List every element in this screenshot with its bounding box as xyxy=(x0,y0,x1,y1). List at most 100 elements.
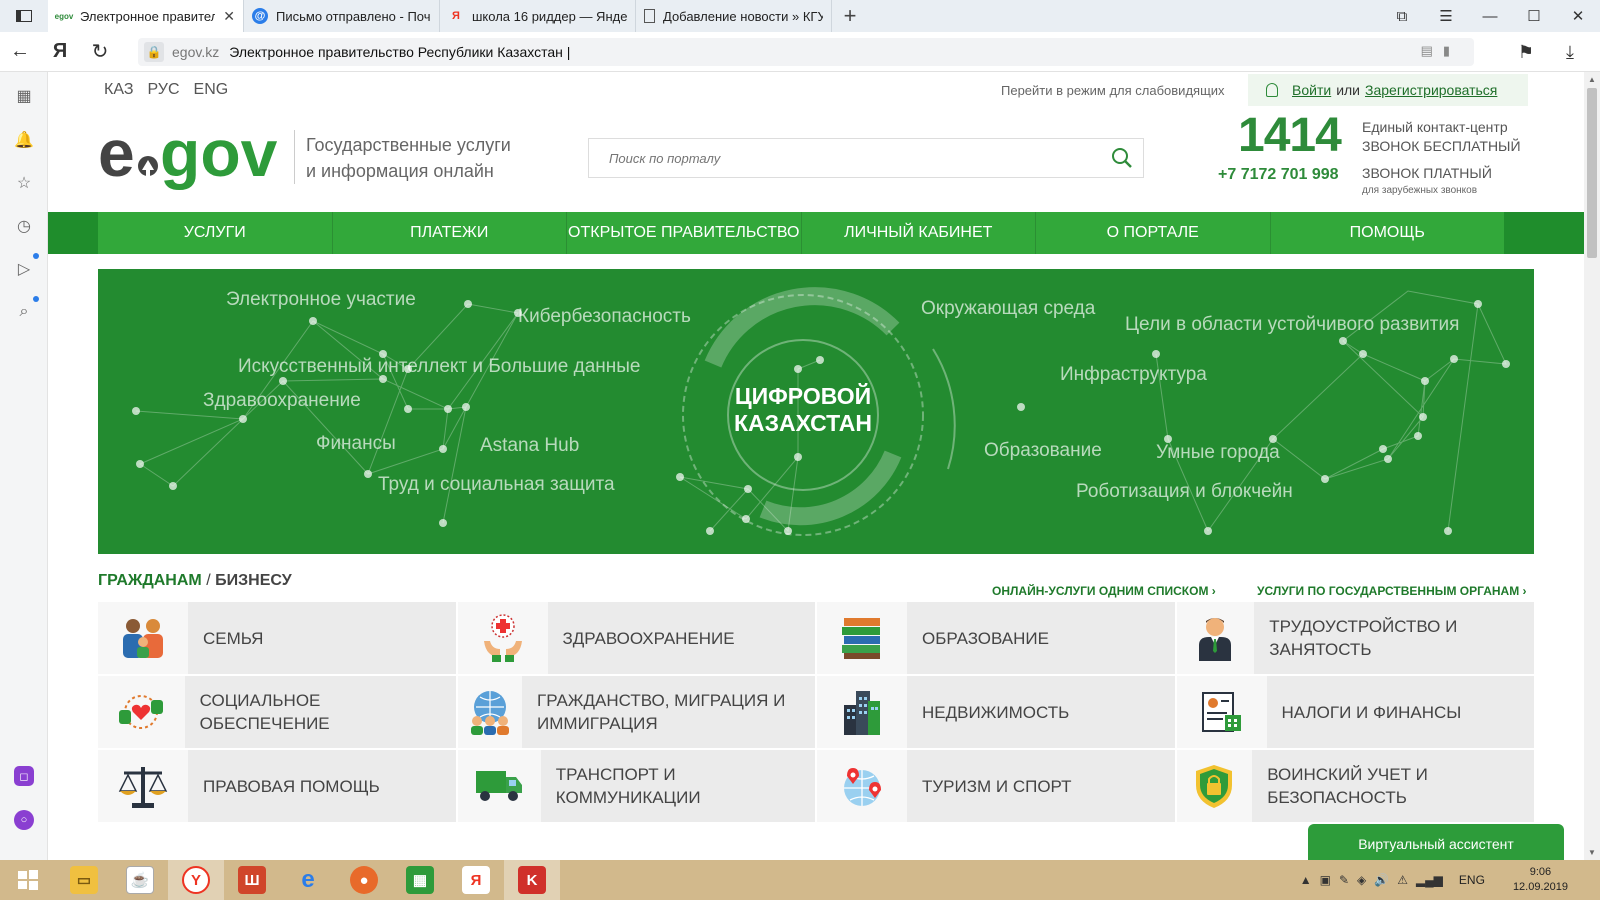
scrollbar-thumb[interactable] xyxy=(1587,88,1597,258)
browser-tab-yandex[interactable]: Я школа 16 риддер — Яндек xyxy=(440,0,636,32)
nav-open-government[interactable]: ОТКРЫТОЕ ПРАВИТЕЛЬСТВО xyxy=(567,212,802,254)
page-scrollbar[interactable]: ▲ ▼ xyxy=(1584,72,1600,860)
url-field[interactable]: 🔒 egov.kz Электронное правительство Респ… xyxy=(138,38,1474,66)
nav-personal-cabinet[interactable]: ЛИЧНЫЙ КАБИНЕТ xyxy=(802,212,1036,254)
tagline-line2: и информация онлайн xyxy=(306,161,494,181)
category-label: НАЛОГИ И ФИНАНСЫ xyxy=(1281,702,1462,722)
category-tile[interactable]: СЕМЬЯ xyxy=(98,602,456,674)
maximize-button[interactable]: ☐ xyxy=(1512,0,1556,32)
tray-network-icon[interactable]: ◈ xyxy=(1357,873,1366,887)
foreign-calls-note: для зарубежных звонков xyxy=(1362,185,1478,196)
lang-kaz[interactable]: КАЗ xyxy=(104,81,133,99)
windows-taskbar: ▭ ☕ Y Ш e ● ▦ Я K ▲ ▣ ✎ ◈ 🔊 ⚠ ▂▄▆ ENG 9:… xyxy=(0,860,1600,900)
svg-text:gov: gov xyxy=(160,118,278,190)
back-button[interactable]: ← xyxy=(0,32,40,72)
yandex-home-button[interactable]: Я xyxy=(40,32,80,72)
browser-tab-egov[interactable]: egov Электронное правител ✕ xyxy=(48,0,244,32)
egov-logo[interactable]: e gov xyxy=(98,116,288,198)
login-link[interactable]: Войти xyxy=(1292,82,1331,98)
nav-help[interactable]: ПОМОЩЬ xyxy=(1271,212,1505,254)
protect-icon[interactable]: ⚑ xyxy=(1504,42,1548,63)
bookmarks-icon[interactable]: ⧉ xyxy=(1380,0,1424,32)
reader-bookmark-icons[interactable]: ▤▮ xyxy=(1421,43,1460,59)
history-clock-icon[interactable]: ◷ xyxy=(14,216,34,236)
register-link[interactable]: Зарегистрироваться xyxy=(1365,82,1497,98)
category-label: СЕМЬЯ xyxy=(203,628,264,648)
clock[interactable]: 9:06 12.09.2019 xyxy=(1513,865,1568,895)
taskbar-java[interactable]: ☕ xyxy=(112,860,168,900)
employee-icon xyxy=(1199,618,1232,661)
browser-tab-mail[interactable]: @ Письмо отправлено - Поч xyxy=(244,0,440,32)
lang-rus[interactable]: РУС xyxy=(147,81,179,99)
messenger-icon[interactable]: ◻ xyxy=(14,766,34,786)
category-tile[interactable]: ОБРАЗОВАНИЕ xyxy=(817,602,1175,674)
browser-tab-news[interactable]: Добавление новости » КГУ xyxy=(636,0,832,32)
tray-pen-icon[interactable]: ✎ xyxy=(1339,873,1349,887)
category-tile[interactable]: СОЦИАЛЬНОЕ ОБЕСПЕЧЕНИЕ xyxy=(98,676,456,748)
new-tab-button[interactable]: + xyxy=(832,0,868,32)
scroll-down-arrow[interactable]: ▼ xyxy=(1588,848,1596,857)
category-label: ТРУДОУСТРОЙСТВО И ЗАНЯТОСТЬ xyxy=(1269,617,1458,659)
scroll-up-arrow[interactable]: ▲ xyxy=(1588,75,1596,84)
paid-phone-number[interactable]: +7 7172 701 998 xyxy=(1218,166,1339,184)
tray-app-icon[interactable]: ▣ xyxy=(1320,873,1331,887)
category-tile[interactable]: ПРАВОВАЯ ПОМОЩЬ xyxy=(98,750,456,822)
download-icon[interactable]: ⤓ xyxy=(1548,42,1592,63)
lang-eng[interactable]: ENG xyxy=(194,81,229,99)
signal-icon[interactable]: ▂▄▆ xyxy=(1416,873,1443,887)
menu-icon[interactable]: ☰ xyxy=(1424,0,1468,32)
sidebar-toggle-button[interactable] xyxy=(0,0,48,32)
search-input[interactable] xyxy=(589,139,1089,177)
close-tab-icon[interactable]: ✕ xyxy=(223,8,235,25)
minimize-button[interactable]: — xyxy=(1468,0,1512,32)
category-tile[interactable]: ТРУДОУСТРОЙСТВО И ЗАНЯТОСТЬ xyxy=(1176,602,1534,674)
search-page-icon[interactable]: ⌕ xyxy=(14,302,34,322)
category-tile[interactable]: ТРАНСПОРТ И КОММУНИКАЦИИ xyxy=(457,750,815,822)
tabs-grid-icon[interactable]: ▦ xyxy=(14,86,34,106)
nav-about-portal[interactable]: О ПОРТАЛЕ xyxy=(1036,212,1271,254)
taskbar-yandex-browser[interactable]: Y xyxy=(168,860,224,900)
taskbar-firefox[interactable]: ● xyxy=(336,860,392,900)
alice-assistant-icon[interactable]: ○ xyxy=(14,810,34,830)
category-tile[interactable]: ВОИНСКИЙ УЧЕТ И БЕЗОПАСНОСТЬ xyxy=(1176,750,1534,822)
accessibility-mode-link[interactable]: Перейти в режим для слабовидящих xyxy=(1001,83,1225,98)
input-language[interactable]: ENG xyxy=(1459,873,1485,887)
volume-icon[interactable]: 🔊 xyxy=(1374,873,1389,887)
nav-payments[interactable]: ПЛАТЕЖИ xyxy=(333,212,567,254)
taskbar-app-red[interactable]: Ш xyxy=(224,860,280,900)
close-window-button[interactable]: ✕ xyxy=(1556,0,1600,32)
category-tile[interactable]: ЗДРАВООХРАНЕНИЕ xyxy=(457,602,815,674)
reload-button[interactable]: ↻ xyxy=(80,32,120,72)
taskbar-internet-explorer[interactable]: e xyxy=(280,860,336,900)
video-play-icon[interactable]: ▷ xyxy=(14,259,34,279)
category-tile[interactable]: НЕДВИЖИМОСТЬ xyxy=(817,676,1175,748)
category-tile[interactable]: ГРАЖДАНСТВО, МИГРАЦИЯ И ИММИГРАЦИЯ xyxy=(457,676,815,748)
citizens-tab[interactable]: ГРАЖДАНАМ xyxy=(98,572,202,589)
category-label: СОЦИАЛЬНОЕ ОБЕСПЕЧЕНИЕ xyxy=(199,691,330,733)
taskbar-file-explorer[interactable]: ▭ xyxy=(56,860,112,900)
taskbar-store[interactable]: ▦ xyxy=(392,860,448,900)
services-by-agency-link[interactable]: УСЛУГИ ПО ГОСУДАРСТВЕННЫМ ОРГАНАМ › xyxy=(1257,584,1527,598)
browser-tab-bar: egov Электронное правител ✕ @ Письмо отп… xyxy=(0,0,1600,32)
start-button[interactable] xyxy=(0,860,56,900)
all-services-link[interactable]: ОНЛАЙН-УСЛУГИ ОДНИМ СПИСКОМ › xyxy=(992,584,1216,598)
store-icon: ▦ xyxy=(406,866,434,894)
favorites-star-icon[interactable]: ☆ xyxy=(14,173,34,193)
lock-icon[interactable]: 🔒 xyxy=(144,42,164,62)
notifications-bell-icon[interactable]: 🔔 xyxy=(14,130,34,150)
virtual-assistant-button[interactable]: Виртуальный ассистент xyxy=(1308,824,1564,864)
tab-title: Добавление новости » КГУ xyxy=(663,8,823,24)
yandex-favicon-icon: Я xyxy=(452,10,460,22)
category-tile[interactable]: НАЛОГИ И ФИНАНСЫ xyxy=(1176,676,1534,748)
search-icon[interactable] xyxy=(1111,147,1133,169)
tray-expand-icon[interactable]: ▲ xyxy=(1300,873,1312,887)
category-tile[interactable]: ТУРИЗМ И СПОРТ xyxy=(817,750,1175,822)
nav-services[interactable]: УСЛУГИ xyxy=(98,212,333,254)
taskbar-kaspersky[interactable]: K xyxy=(504,860,560,900)
taskbar-yandex[interactable]: Я xyxy=(448,860,504,900)
contact-center-number[interactable]: 1414 xyxy=(1238,108,1342,163)
digital-kazakhstan-banner[interactable]: Электронное участие Кибербезопасность Ис… xyxy=(98,269,1534,554)
banner-label: Цели в области устойчивого развития xyxy=(1125,314,1460,335)
business-tab[interactable]: БИЗНЕСУ xyxy=(215,572,292,589)
tray-alert-icon[interactable]: ⚠ xyxy=(1397,873,1408,887)
